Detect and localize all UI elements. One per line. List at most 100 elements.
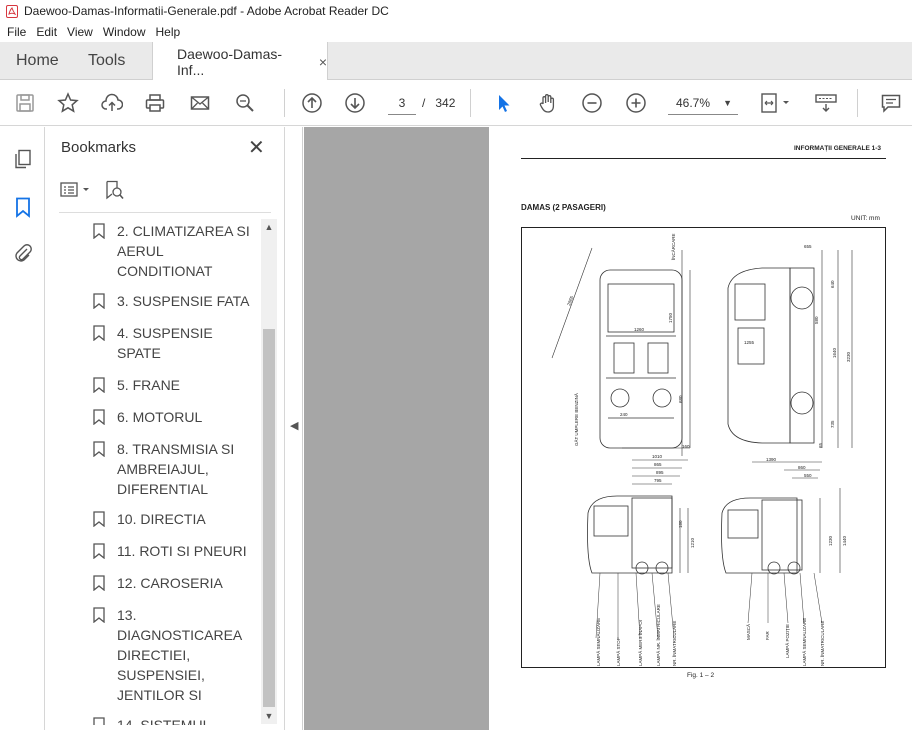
window-title: Daewoo-Damas-Informatii-Generale.pdf - A… (24, 4, 389, 18)
tab-document[interactable]: Daewoo-Damas-Inf... × (152, 42, 328, 81)
page-header: INFORMAȚII GENERALE 1-3 (794, 145, 882, 152)
tab-tools[interactable]: Tools (88, 42, 125, 80)
page-header-rule (521, 158, 886, 159)
drawing-dimension: 1260 (634, 327, 645, 332)
main-toolbar (0, 80, 912, 126)
bookmark-item[interactable]: 4. SUSPENSIE SPATE (45, 319, 259, 367)
menu-file[interactable]: File (2, 25, 31, 39)
bookmark-label: 13. DIAGNOSTICAREA DIRECTIEI, SUSPENSIEI… (117, 607, 242, 703)
drawing-dimension: 735 (830, 420, 835, 428)
bookmark-icon (93, 441, 105, 457)
zoom-in-icon[interactable] (623, 90, 649, 116)
tab-close-button[interactable]: × (319, 54, 327, 70)
drawing-dimension: 65 (818, 442, 823, 448)
scroll-down-icon[interactable]: ▼ (261, 708, 277, 724)
previous-page-icon[interactable] (299, 90, 325, 116)
bookmark-label: 11. ROTI SI PNEURI (117, 543, 247, 559)
bookmark-icon (93, 409, 105, 425)
title-bar: Daewoo-Damas-Informatii-Generale.pdf - A… (0, 0, 912, 22)
bookmarks-title: Bookmarks (61, 139, 137, 156)
bookmark-item[interactable]: 10. DIRECTIA (45, 505, 259, 533)
drawing-label: NR. ÎNMATRICULARE (671, 621, 677, 666)
page-thumbnails-icon[interactable] (11, 147, 35, 171)
drawing-dimension: 895 (656, 470, 664, 475)
total-pages: 342 (435, 96, 456, 110)
menu-bar: File Edit View Window Help (0, 22, 912, 42)
toolbar-separator (470, 89, 471, 117)
tab-bar: Home Tools Daewoo-Damas-Inf... × (0, 42, 912, 81)
menu-view[interactable]: View (62, 25, 98, 39)
tab-home[interactable]: Home (16, 42, 59, 80)
panel-collapse-handle[interactable]: ◀ (285, 127, 303, 730)
bookmark-icon (93, 511, 105, 527)
menu-edit[interactable]: Edit (31, 25, 62, 39)
zoom-level-select[interactable]: 46.7% ▼ (668, 91, 738, 115)
search-bookmark-icon[interactable] (103, 179, 125, 206)
menu-help[interactable]: Help (151, 25, 186, 39)
drawing-dimension: 240 (620, 412, 628, 417)
drawing-dimension: 1230 (828, 535, 833, 546)
close-bookmarks-button[interactable]: ✕ (248, 135, 265, 160)
page-unit-label: UNIT: mm (851, 215, 880, 222)
bookmark-item[interactable]: 5. FRANE (45, 371, 259, 399)
scroll-thumb[interactable] (263, 329, 275, 707)
drawing-dimension: 580 (814, 316, 819, 324)
drawing-dimension: 655 (804, 244, 812, 249)
select-cursor-icon[interactable] (491, 90, 517, 116)
drawing-label: FAR (765, 630, 770, 640)
bookmark-item[interactable]: 8. TRANSMISIA SI AMBREIAJUL, DIFERENTIAL (45, 435, 259, 503)
page-section-title: DAMAS (2 PASAGERI) (521, 203, 606, 212)
bookmark-item[interactable]: 2. CLIMATIZAREA SI AERUL CONDITIONAT (45, 217, 259, 285)
bookmarks-toolbar (59, 179, 125, 205)
bookmarks-divider (59, 212, 271, 213)
bookmark-icon (93, 543, 105, 559)
bookmark-item[interactable]: 6. MOTORUL (45, 403, 259, 431)
print-icon[interactable] (142, 90, 168, 116)
page-total: / 342 (422, 91, 455, 115)
hand-tool-icon[interactable] (535, 90, 561, 116)
drawing-dimension: 860 (798, 465, 806, 470)
drawing-dimension: 680 (678, 395, 683, 403)
zoom-out-icon[interactable] (579, 90, 605, 116)
bookmark-item[interactable]: 14. SISTEMUL ELECTRIC (45, 711, 259, 725)
drawing-label: NR. ÎNMATRICULARE (819, 621, 825, 666)
bookmark-panel-icon[interactable] (11, 195, 35, 219)
bookmark-item[interactable]: 12. CAROSERIA (45, 569, 259, 597)
star-icon[interactable] (55, 90, 81, 116)
front-view-labels: 1390 860 550 1230 1440 MASCĂ FAR LAMPĂ P… (745, 457, 847, 666)
scroll-mode-icon[interactable] (813, 90, 841, 116)
bookmark-label: 4. SUSPENSIE SPATE (117, 325, 213, 361)
drawing-dimension: 3230 (846, 351, 851, 362)
cloud-upload-icon[interactable] (99, 90, 125, 116)
bookmarks-scrollbar[interactable]: ▲ ▼ (261, 219, 277, 724)
email-icon[interactable] (187, 90, 213, 116)
drawing-dimension: 180 (678, 520, 683, 528)
bookmark-label: 5. FRANE (117, 377, 181, 393)
drawing-label: GĂT UMPLERE BENZINĂ (573, 393, 579, 446)
page-number-input[interactable]: 3 (388, 91, 416, 115)
comment-icon[interactable] (878, 90, 904, 116)
bookmark-icon (93, 325, 105, 341)
bookmark-icon (93, 377, 105, 393)
drawing-dimension: 1010 (652, 454, 663, 459)
bookmark-icon (93, 293, 105, 309)
attachments-icon[interactable] (11, 241, 35, 265)
bookmark-item[interactable]: 13. DIAGNOSTICAREA DIRECTIEI, SUSPENSIEI… (45, 601, 259, 709)
scroll-up-icon[interactable]: ▲ (261, 219, 277, 235)
menu-window[interactable]: Window (98, 25, 151, 39)
bookmark-item[interactable]: 11. ROTI SI PNEURI (45, 537, 259, 565)
next-page-icon[interactable] (342, 90, 368, 116)
bookmark-options-icon[interactable] (59, 180, 93, 205)
top-view-drawing (551, 247, 691, 456)
rear-view-drawing (587, 459, 689, 639)
drawing-dimension: 160 (682, 444, 690, 449)
search-zoom-icon[interactable] (232, 90, 258, 116)
document-viewer[interactable]: INFORMAȚII GENERALE 1-3 DAMAS (2 PASAGER… (304, 127, 912, 730)
save-icon[interactable] (12, 90, 38, 116)
top-view-labels: 1260 1750 2865 ÎNCĂRCARE GĂT UMPLERE BEN… (566, 233, 690, 449)
bookmark-label: 6. MOTORUL (117, 409, 203, 425)
vehicle-dimension-drawing: 1260 1750 2865 ÎNCĂRCARE GĂT UMPLERE BEN… (521, 227, 886, 668)
chevron-left-icon: ◀ (290, 420, 299, 432)
bookmark-item[interactable]: 3. SUSPENSIE FATA (45, 287, 259, 315)
page-fit-icon[interactable] (758, 90, 794, 116)
